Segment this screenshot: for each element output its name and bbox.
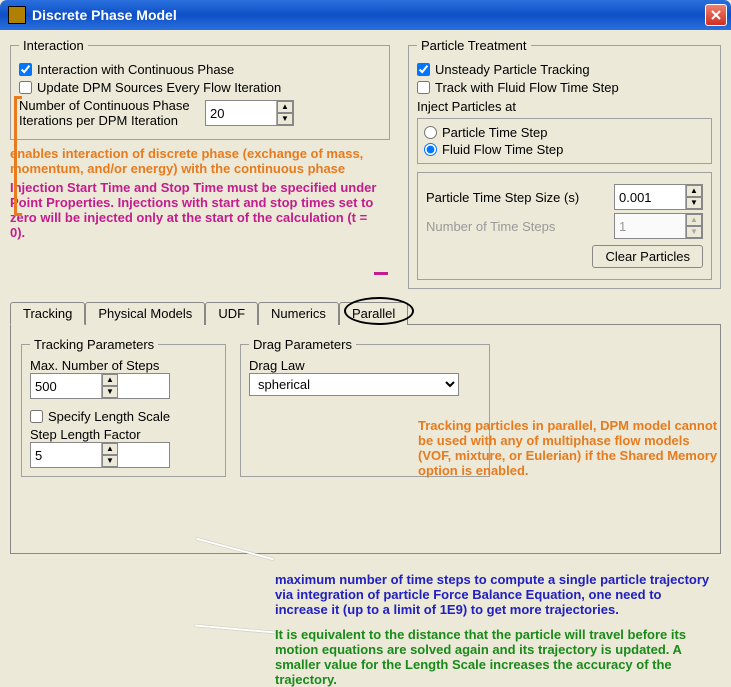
iterations-input-wrap: ▲▼	[205, 100, 294, 126]
cb-label: Interaction with Continuous Phase	[37, 62, 234, 77]
tab-parallel[interactable]: Parallel	[339, 302, 408, 325]
particle-timestep-radio[interactable]	[424, 126, 437, 139]
annotation-connector	[374, 272, 388, 275]
iter-label: Number of Continuous Phase Iterations pe…	[19, 98, 199, 128]
specify-length-checkbox[interactable]	[30, 410, 43, 423]
maxsteps-label: Max. Number of Steps	[30, 358, 217, 373]
tab-physical-models[interactable]: Physical Models	[85, 302, 205, 325]
spin-up[interactable]: ▲	[277, 101, 293, 113]
tracking-params-group: Tracking Parameters Max. Number of Steps…	[21, 337, 226, 477]
tab-numerics[interactable]: Numerics	[258, 302, 339, 325]
radio-label: Particle Time Step	[442, 125, 548, 140]
close-icon	[710, 9, 722, 21]
cb-label: Update DPM Sources Every Flow Iteration	[37, 80, 281, 95]
annotation-parallel: Tracking particles in parallel, DPM mode…	[418, 418, 718, 478]
spin-down[interactable]: ▼	[102, 386, 118, 398]
cb-label: Specify Length Scale	[48, 409, 170, 424]
tab-tracking[interactable]: Tracking	[10, 302, 85, 325]
annotation-maxsteps: maximum number of time steps to compute …	[275, 572, 715, 617]
fluid-timestep-radio[interactable]	[424, 143, 437, 156]
drag-legend: Drag Parameters	[249, 337, 356, 352]
spin-up[interactable]: ▲	[102, 443, 118, 455]
radio-label: Fluid Flow Time Step	[442, 142, 563, 157]
nsteps-label: Number of Time Steps	[426, 219, 555, 234]
slf-label: Step Length Factor	[30, 427, 217, 442]
spin-down: ▼	[686, 226, 702, 238]
app-icon	[8, 6, 26, 24]
annotation-lengthscale: It is equivalent to the distance that th…	[275, 627, 715, 687]
annotation-bracket	[14, 96, 22, 216]
inject-radio-group: Particle Time Step Fluid Flow Time Step	[417, 118, 712, 164]
tab-bar: Tracking Physical Models UDF Numerics Pa…	[10, 301, 721, 324]
tracking-legend: Tracking Parameters	[30, 337, 158, 352]
annotation-leader	[195, 625, 275, 634]
title-bar: Discrete Phase Model	[0, 0, 731, 30]
tss-label: Particle Time Step Size (s)	[426, 190, 579, 205]
spin-up[interactable]: ▲	[102, 374, 118, 386]
iterations-input[interactable]	[206, 101, 276, 125]
particle-tss-input[interactable]	[615, 185, 685, 209]
spin-down[interactable]: ▼	[686, 197, 702, 209]
clear-particles-button[interactable]: Clear Particles	[592, 245, 703, 268]
drag-law-select[interactable]: spherical	[249, 373, 459, 396]
spin-up[interactable]: ▲	[686, 185, 702, 197]
slf-input[interactable]	[31, 443, 101, 467]
annotation-interaction: enables interaction of discrete phase (e…	[10, 146, 390, 176]
maxsteps-input[interactable]	[31, 374, 101, 398]
cb-label: Track with Fluid Flow Time Step	[435, 80, 619, 95]
tab-udf[interactable]: UDF	[205, 302, 258, 325]
timestep-box: Particle Time Step Size (s) ▲▼ Number of…	[417, 172, 712, 280]
track-fluid-checkbox[interactable]	[417, 81, 430, 94]
drag-law-label: Drag Law	[249, 358, 481, 373]
unsteady-tracking-checkbox[interactable]	[417, 63, 430, 76]
treatment-legend: Particle Treatment	[417, 38, 531, 53]
interaction-legend: Interaction	[19, 38, 88, 53]
spin-up: ▲	[686, 214, 702, 226]
window-title: Discrete Phase Model	[32, 7, 177, 23]
annotation-injection: Injection Start Time and Stop Time must …	[10, 180, 380, 240]
spin-down[interactable]: ▼	[277, 113, 293, 125]
cb-label: Unsteady Particle Tracking	[435, 62, 590, 77]
particle-treatment-group: Particle Treatment Unsteady Particle Tra…	[408, 38, 721, 289]
update-dpm-checkbox[interactable]	[19, 81, 32, 94]
interaction-continuous-checkbox[interactable]	[19, 63, 32, 76]
spin-down[interactable]: ▼	[102, 455, 118, 467]
nsteps-input	[615, 214, 685, 238]
close-button[interactable]	[705, 4, 727, 26]
inject-at-label: Inject Particles at	[417, 99, 712, 114]
interaction-group: Interaction Interaction with Continuous …	[10, 38, 390, 140]
